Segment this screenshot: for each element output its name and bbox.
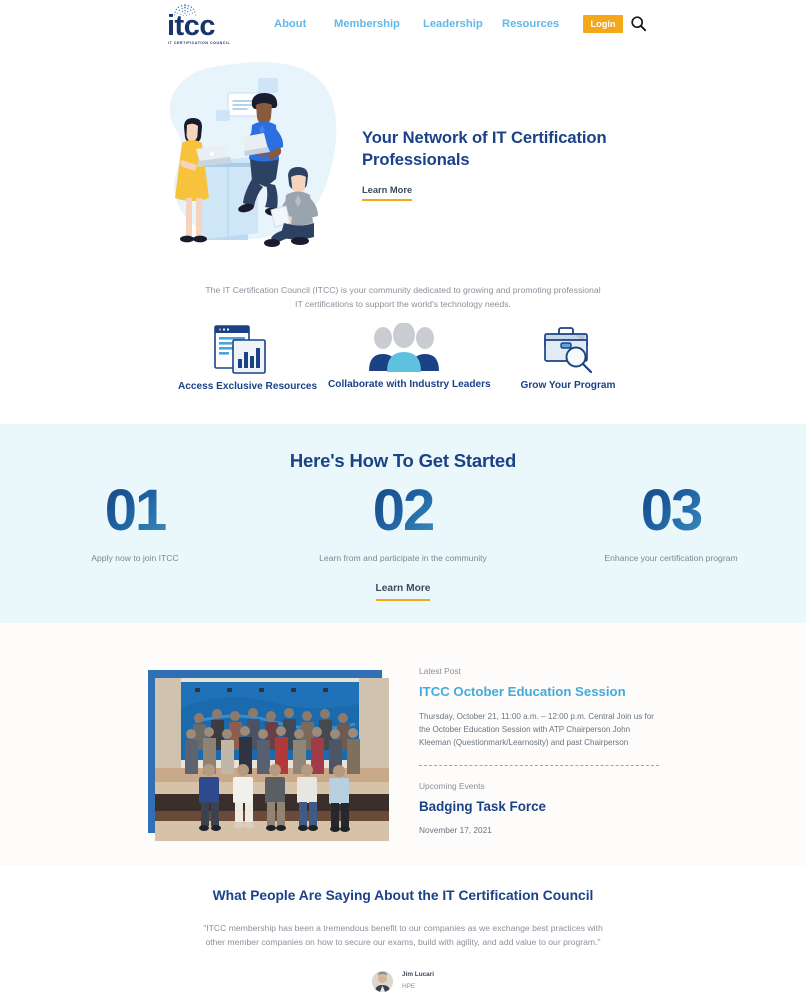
briefcase-magnifier-icon	[544, 327, 593, 374]
site-logo[interactable]: itcc IT CERTIFICATION COUNCIL	[167, 4, 237, 48]
latest-post-eyebrow: Latest Post	[419, 666, 461, 676]
feature-access-exclusive-resources[interactable]: Access Exclusive Resources	[178, 323, 318, 392]
attribution-text: Jim Lucari HPE	[402, 970, 434, 992]
login-button[interactable]: Login	[583, 15, 623, 33]
author-organization: HPE	[402, 983, 416, 990]
hero-learn-more-link[interactable]: Learn More	[362, 185, 413, 201]
get-started-cta-wrap: Learn More	[0, 578, 806, 601]
logo-wordmark: itcc	[167, 10, 215, 42]
feature-label: Access Exclusive Resources	[178, 381, 318, 392]
testimonial-quote: "ITCC membership has been a tremendous b…	[203, 923, 603, 947]
nav-item-resources[interactable]: Resources	[502, 17, 559, 31]
get-started-title: Here's How To Get Started	[289, 450, 517, 471]
group-photo	[155, 678, 389, 841]
testimonial-heading: What People Are Saying About the IT Cert…	[212, 888, 594, 903]
site-header: itcc IT CERTIFICATION COUNCIL About Memb…	[0, 0, 806, 52]
hero-copy: Your Network of IT Certification Profess…	[362, 127, 622, 201]
latest-post-body: Thursday, October 21, 11:00 a.m. – 12:00…	[419, 712, 654, 747]
testimonial-section: What People Are Saying About the IT Cert…	[0, 866, 806, 1000]
feature-grow-your-program[interactable]: Grow Your Program	[505, 326, 631, 391]
posts-section: Latest Post ITCC October Education Sessi…	[0, 623, 806, 866]
step-number: 03	[551, 482, 791, 540]
testimonial-attribution: Jim Lucari HPE	[0, 970, 806, 992]
avatar-image	[372, 970, 394, 992]
search-icon	[631, 16, 647, 32]
step-02: 02 Learn from and participate in the com…	[283, 482, 523, 564]
features-section: Access Exclusive Resources Collaborate w…	[0, 318, 806, 403]
step-03: 03 Enhance your certification program	[551, 482, 791, 564]
get-started-learn-more-link[interactable]: Learn More	[375, 583, 431, 601]
feature-label: Grow Your Program	[520, 380, 616, 391]
step-01: 01 Apply now to join ITCC	[15, 482, 255, 564]
people-group-icon	[369, 323, 439, 372]
feature-label: Collaborate with Industry Leaders	[328, 379, 491, 390]
hero-section: Your Network of IT Certification Profess…	[0, 52, 806, 262]
step-description: Apply now to join ITCC	[91, 553, 179, 563]
intro-paragraph: The IT Certification Council (ITCC) is y…	[205, 285, 601, 309]
section-divider	[419, 765, 659, 766]
upcoming-events-eyebrow: Upcoming Events	[419, 781, 485, 791]
step-description: Enhance your certification program	[604, 553, 738, 563]
author-name: Jim Lucari	[402, 971, 434, 978]
upcoming-event-date: November 17, 2021	[419, 825, 492, 835]
nav-item-leadership[interactable]: Leadership	[423, 17, 483, 31]
search-button[interactable]	[630, 15, 647, 32]
document-chart-icon	[214, 325, 266, 374]
group-photo-image	[155, 678, 389, 841]
hero-illustration	[169, 62, 337, 247]
post-column: Latest Post ITCC October Education Sessi…	[419, 665, 659, 836]
feature-collaborate-with-industry-leaders[interactable]: Collaborate with Industry Leaders	[328, 323, 491, 390]
step-number: 02	[283, 482, 523, 540]
avatar	[372, 970, 394, 992]
logo-tagline: IT CERTIFICATION COUNCIL	[168, 41, 231, 45]
nav-item-membership[interactable]: Membership	[334, 17, 400, 31]
get-started-section: Here's How To Get Started 01 Apply now t…	[0, 424, 806, 623]
latest-post-title-link[interactable]: ITCC October Education Session	[419, 683, 659, 700]
group-photo-frame	[148, 670, 389, 841]
step-number: 01	[15, 482, 255, 540]
step-description: Learn from and participate in the commun…	[319, 553, 487, 563]
nav-item-about[interactable]: About	[274, 17, 306, 31]
upcoming-event-title-link[interactable]: Badging Task Force	[419, 798, 659, 815]
hero-title: Your Network of IT Certification Profess…	[362, 128, 607, 169]
